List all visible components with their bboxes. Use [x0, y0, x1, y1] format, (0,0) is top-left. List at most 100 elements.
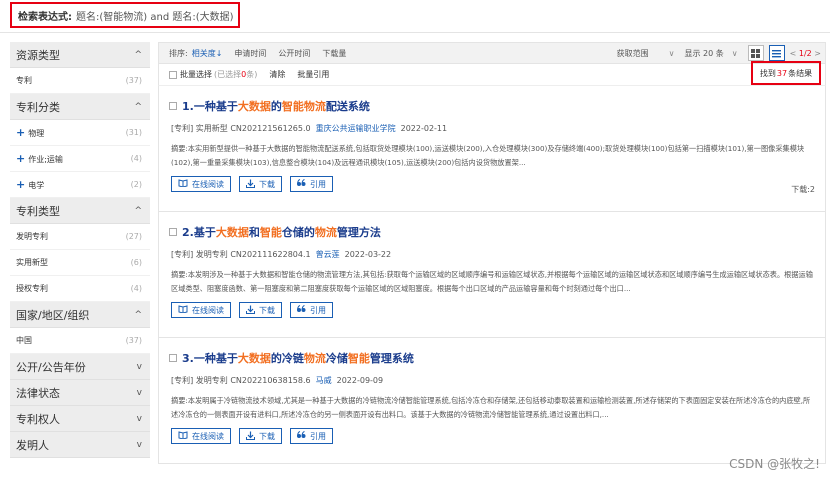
pager-next[interactable]: >	[814, 49, 821, 58]
facet-item-count: (27)	[125, 232, 142, 241]
facet-item-label-wrap: 实用新型	[16, 257, 48, 268]
download-button-label: 下载	[259, 305, 275, 315]
result-meta-author[interactable]: 曾云莲	[316, 250, 340, 259]
cite-button[interactable]: 引用	[290, 302, 333, 318]
chevron-down-icon: v	[136, 361, 142, 372]
facet-item-count: (37)	[125, 76, 142, 85]
sort-downloads[interactable]: 下载量	[322, 48, 346, 59]
read-online-button[interactable]: 在线阅读	[171, 302, 231, 318]
download-button[interactable]: 下载	[239, 302, 282, 318]
batch-cite-link[interactable]: 批量引用	[297, 69, 329, 80]
page-size-dropdown[interactable]: 显示 20 条 ∨	[684, 48, 737, 59]
chevron-down-icon: v	[136, 387, 142, 398]
facet-group-header[interactable]: 发明人 v	[10, 432, 150, 458]
chevron-up-icon: ^	[134, 101, 142, 112]
title-keyword-highlight: 大数据	[237, 100, 271, 113]
result-meta: [专利] 发明专利 CN202111622804.1 曾云莲 2022-03-22	[169, 249, 815, 260]
result-meta-date: 2022-09-09	[336, 376, 384, 385]
watermark: CSDN @张牧之!	[729, 457, 820, 471]
result-meta-date: 2022-03-22	[344, 250, 392, 259]
sort-relevance[interactable]: 相关度↓	[192, 48, 223, 59]
facet-item[interactable]: + 物理 (31)	[10, 120, 150, 146]
facet-group-header[interactable]: 公开/公告年份 v	[10, 354, 150, 380]
sort-pub-date[interactable]: 公开时间	[278, 48, 310, 59]
result-meta-author[interactable]: 重庆公共运输职业学院	[316, 124, 396, 133]
facet-item[interactable]: 发明专利 (27)	[10, 224, 150, 250]
batch-select-label[interactable]: 批量选择	[180, 69, 212, 80]
result-checkbox[interactable]	[169, 354, 177, 362]
facet-group-header[interactable]: 法律状态 v	[10, 380, 150, 406]
result-checkbox[interactable]	[169, 228, 177, 236]
plus-icon[interactable]: +	[16, 126, 25, 139]
facet-item[interactable]: 中国 (37)	[10, 328, 150, 354]
facet-item[interactable]: 授权专利 (4)	[10, 276, 150, 302]
chevron-down-icon: ∨	[731, 48, 738, 58]
facet-group-header[interactable]: 专利权人 v	[10, 406, 150, 432]
result-title[interactable]: 3. 一种基于 大数据 的冷链 物流 冷储 智能 管理系统	[169, 350, 815, 366]
facet-item[interactable]: 实用新型 (6)	[10, 250, 150, 276]
cite-button[interactable]: 引用	[290, 176, 333, 192]
clear-link[interactable]: 清除	[269, 69, 285, 80]
book-icon	[178, 431, 188, 441]
result-abstract: 摘要:本发明属于冷链物流技术领域,尤其是一种基于大数据的冷链物流冷储智能管理系统…	[171, 396, 811, 419]
title-text: 冷储	[325, 352, 348, 365]
plus-icon[interactable]: +	[16, 178, 25, 191]
facet-group-header[interactable]: 专利类型 ^	[10, 198, 150, 224]
pager-prev[interactable]: <	[790, 49, 797, 58]
facet-item-count: (37)	[125, 336, 142, 345]
facet-item-label: 授权专利	[16, 284, 48, 293]
facet-group-title: 资源类型	[16, 48, 60, 62]
pager: < 1/2 >	[790, 49, 821, 58]
chevron-down-icon: ∨	[668, 48, 675, 58]
facet-item-label: 作业;运输	[28, 155, 63, 164]
title-keyword-highlight: 物流	[314, 226, 337, 239]
facet-item-label: 物理	[28, 129, 45, 138]
title-text: 配送系统	[325, 100, 370, 113]
download-button[interactable]: 下载	[239, 176, 282, 192]
cite-button[interactable]: 引用	[290, 428, 333, 444]
facet-group-header[interactable]: 专利分类 ^	[10, 94, 150, 120]
result-meta-type: [专利] 发明专利 CN202210638158.6	[171, 376, 311, 385]
download-button[interactable]: 下载	[239, 428, 282, 444]
facet-item[interactable]: + 电学 (2)	[10, 172, 150, 198]
result-item: 1. 一种基于 大数据的智能物流 配送系统 [专利] 实用新型 CN2021215612…	[158, 86, 826, 212]
title-keyword-highlight: 大数据	[215, 226, 249, 239]
download-icon	[246, 431, 255, 442]
search-expression: 检索表达式: 题名:(智能物流) and 题名:(大数据)	[10, 2, 240, 28]
search-expression-bar: 检索表达式: 题名:(智能物流) and 题名:(大数据)	[0, 0, 830, 33]
selected-count: (已选择0条)	[214, 69, 257, 80]
read-online-button[interactable]: 在线阅读	[171, 428, 231, 444]
read-online-button[interactable]: 在线阅读	[171, 176, 231, 192]
book-icon	[178, 179, 188, 189]
result-meta-author[interactable]: 马威	[316, 376, 332, 385]
result-actions: 在线阅读 下载 引用	[169, 302, 815, 318]
chevron-down-icon: v	[136, 413, 142, 424]
facet-item[interactable]: 专利 (37)	[10, 68, 150, 94]
chevron-down-icon: v	[136, 439, 142, 450]
facet-item[interactable]: + 作业;运输 (4)	[10, 146, 150, 172]
batch-select-checkbox[interactable]	[169, 70, 177, 79]
plus-icon[interactable]: +	[16, 152, 25, 165]
selected-prefix: (已选择	[214, 70, 242, 79]
result-title[interactable]: 2. 基于 大数据和智能 仓储的 物流 管理方法	[169, 224, 815, 240]
facet-group-header[interactable]: 国家/地区/组织 ^	[10, 302, 150, 328]
chevron-up-icon: ^	[134, 49, 142, 60]
selected-suffix: 条)	[246, 70, 258, 79]
fetch-range-dropdown[interactable]: 获取范围 ∨	[617, 48, 675, 59]
facet-group-title: 国家/地区/组织	[16, 308, 90, 322]
grid-view-icon[interactable]	[747, 45, 764, 61]
result-checkbox[interactable]	[169, 102, 177, 110]
result-index: 3.	[182, 351, 194, 365]
result-meta-type: [专利] 实用新型 CN202121561265.0	[171, 124, 311, 133]
title-text: 一种基于	[193, 100, 238, 113]
download-icon	[246, 179, 255, 190]
facet-group-title: 发明人	[16, 438, 49, 452]
sort-apply-date[interactable]: 申请时间	[234, 48, 266, 59]
title-text: 和	[248, 226, 260, 239]
quote-icon	[297, 431, 306, 441]
list-view-icon[interactable]	[768, 45, 785, 61]
result-meta-date: 2022-02-11	[400, 124, 448, 133]
facet-group-header[interactable]: 资源类型 ^	[10, 42, 150, 68]
result-title[interactable]: 1. 一种基于 大数据的智能物流 配送系统	[169, 98, 815, 114]
cite-button-label: 引用	[310, 431, 326, 441]
